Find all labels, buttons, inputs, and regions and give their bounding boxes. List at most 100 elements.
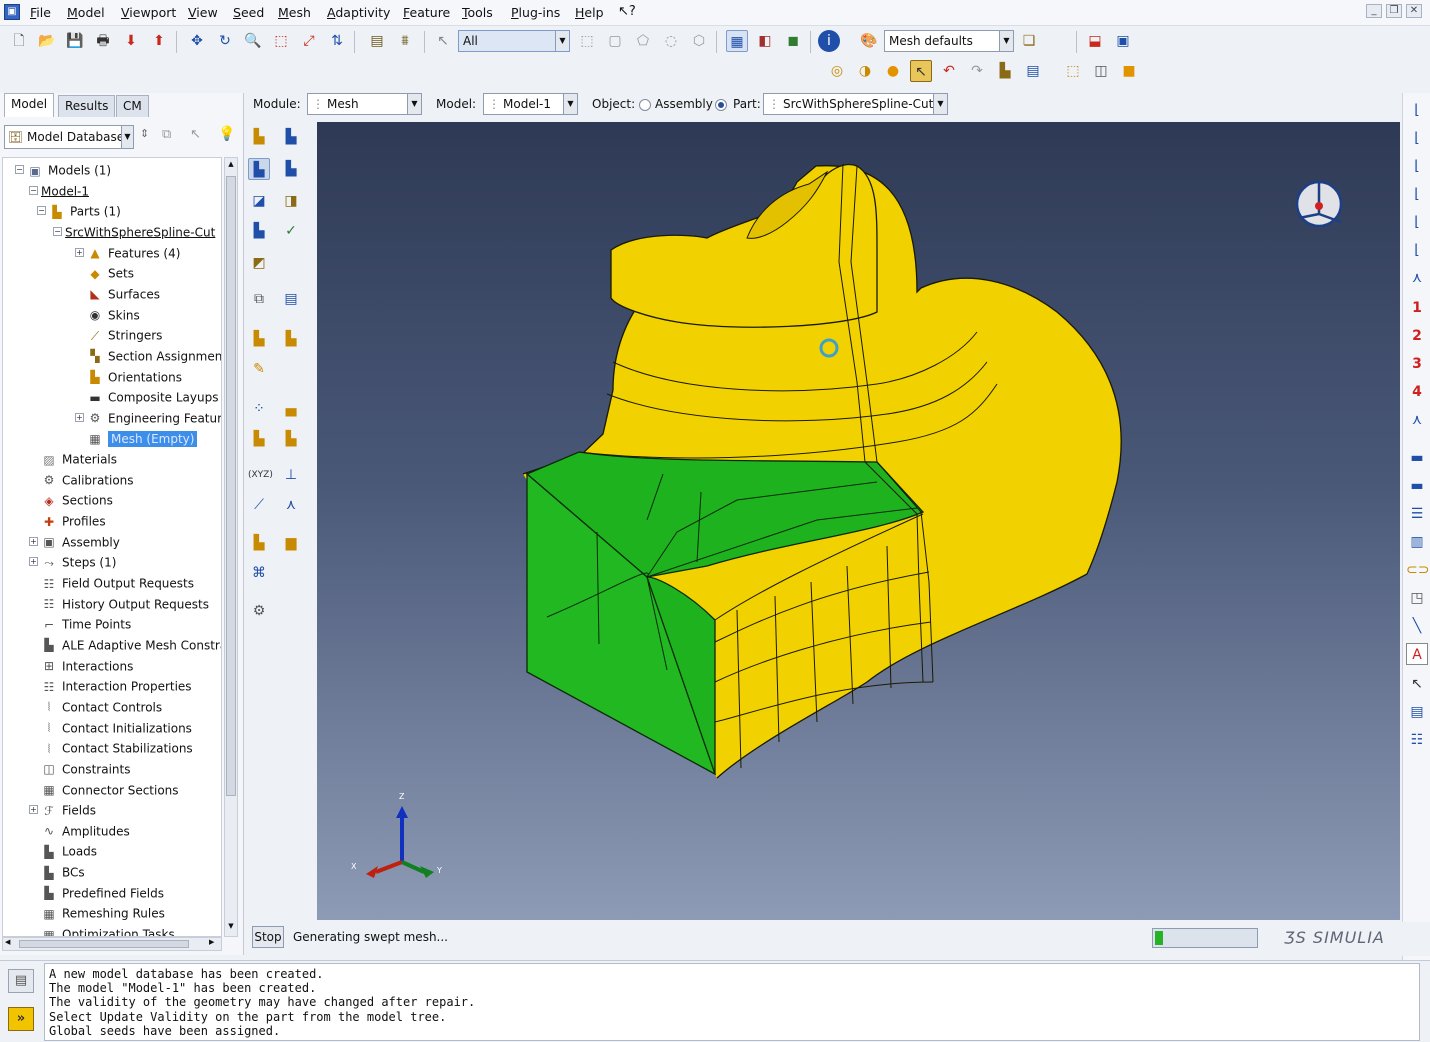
sphere-pair-icon[interactable]: ◎	[826, 60, 848, 82]
render-wireframe-icon[interactable]: ▦	[726, 30, 748, 52]
restore-icon[interactable]: ❐	[1386, 4, 1402, 18]
hscroll-thumb[interactable]	[19, 940, 189, 948]
copy-icon[interactable]: ⧉	[162, 127, 171, 142]
assign-element-type-icon[interactable]: ◨	[280, 190, 302, 212]
zoom-icon[interactable]: 🔍	[242, 30, 264, 52]
menu-view[interactable]: View	[188, 5, 218, 20]
stop-button[interactable]: Stop	[252, 926, 284, 948]
viewport-link-icon[interactable]: ⊂⊃	[1406, 559, 1429, 581]
viewport-single-icon[interactable]: ▬	[1406, 447, 1428, 469]
minimize-icon[interactable]: _	[1366, 4, 1382, 18]
create-node-icon[interactable]: ⁘	[248, 398, 270, 420]
tree-item[interactable]: ◆ Sets	[87, 263, 134, 283]
seed-part-icon[interactable]: ▙	[248, 126, 270, 148]
info-icon[interactable]: i	[818, 30, 840, 52]
view-right-icon[interactable]: ⌊	[1406, 239, 1428, 261]
associate-geometry-icon[interactable]: ▙	[280, 328, 302, 350]
seed-edge-icon[interactable]: ▙	[280, 126, 302, 148]
assign-mesh-controls-icon[interactable]: ◪	[248, 190, 270, 212]
menu-mesh[interactable]: Mesh	[278, 5, 311, 20]
datum-plane-icon[interactable]: ⟋	[248, 494, 270, 516]
pan-icon[interactable]: ✥	[186, 30, 208, 52]
new-file-icon[interactable]: 🗋	[8, 30, 30, 52]
scroll-up-icon[interactable]: ▲	[226, 160, 236, 170]
model-database-combo[interactable]: 🗄 Model Database ▼	[4, 125, 134, 149]
menu-help[interactable]: Help	[575, 5, 604, 20]
scroll-left-icon[interactable]: ◀	[5, 938, 10, 946]
select-pointer-icon[interactable]: ↖	[910, 60, 932, 82]
filter-icon[interactable]: ↖	[190, 127, 201, 142]
arrow-line-icon[interactable]: ╲	[1406, 615, 1428, 637]
palette-icon[interactable]: 🎨	[858, 30, 880, 52]
menu-viewport[interactable]: Viewport	[121, 5, 176, 20]
part-radio[interactable]	[715, 99, 727, 111]
tree-item[interactable]: ⊞ Interactions	[41, 656, 133, 676]
redo-view-icon[interactable]: ↷	[966, 60, 988, 82]
tree-item[interactable]: ▙ Loads	[41, 841, 97, 861]
collapse-icon[interactable]: −	[15, 165, 24, 174]
solid-view-icon[interactable]: ■	[1118, 60, 1140, 82]
model-combo[interactable]: ⋮ Model-1 ▼	[483, 93, 578, 115]
print-icon[interactable]: 🖶	[92, 30, 114, 52]
tree-item[interactable]: ▦ Remeshing Rules	[41, 903, 165, 923]
tree-item[interactable]: ▬ Composite Layups	[87, 387, 218, 407]
viewport-canvas[interactable]: Z X Y	[317, 122, 1400, 920]
hide-icon[interactable]: ▙	[994, 60, 1016, 82]
tab-model[interactable]: Model	[4, 93, 55, 117]
collapse-icon[interactable]: −	[29, 185, 38, 195]
menu-tools[interactable]: Tools	[462, 5, 493, 20]
tree-item[interactable]: ▙ Orientations	[87, 367, 182, 387]
close-icon[interactable]: ✕	[1406, 4, 1422, 18]
tree-item[interactable]: ⦚ Contact Stabilizations	[41, 738, 193, 758]
render-hidden-icon[interactable]: ◧	[754, 30, 776, 52]
tree-item[interactable]: − Model-1	[29, 181, 89, 201]
views-icon[interactable]: ⬓	[1084, 30, 1106, 52]
tree-item[interactable]: ⟋ Stringers	[87, 325, 163, 345]
tree-item[interactable]: + ▣ Assembly	[29, 532, 120, 552]
sort-updown-icon[interactable]: ⇕	[140, 127, 149, 140]
menu-model[interactable]: Model	[67, 5, 105, 20]
tab-results[interactable]: Results	[58, 95, 116, 117]
menu-adaptivity[interactable]: Adaptivity	[327, 5, 390, 20]
tree-item[interactable]: ◫ Constraints	[41, 759, 130, 779]
view-back-icon[interactable]: ⌊	[1406, 127, 1428, 149]
mesh-part-icon[interactable]: ▙	[248, 158, 270, 180]
view-user-2[interactable]: 2	[1406, 325, 1428, 347]
box-view-icon[interactable]: ◫	[1090, 60, 1112, 82]
virtual-topology-icon[interactable]: ⧉	[248, 288, 270, 310]
tree-item[interactable]: ▦ Optimization Tasks	[41, 924, 174, 936]
export-icon[interactable]: ⬆	[148, 30, 170, 52]
select-arrow-icon[interactable]: ↖	[432, 30, 454, 52]
measure-icon[interactable]: ⩩	[394, 30, 416, 52]
open-folder-icon[interactable]: 📂	[36, 30, 58, 52]
expand-icon[interactable]: +	[75, 412, 84, 422]
tree-item[interactable]: ▦ Mesh (Empty)	[87, 428, 198, 448]
query-icon[interactable]: ▤	[366, 30, 388, 52]
expand-icon[interactable]: +	[29, 557, 38, 567]
cycle-views-icon[interactable]: ⇅	[326, 30, 348, 52]
edit-mesh-icon[interactable]: ▤	[280, 288, 302, 310]
scroll-down-icon[interactable]: ▼	[226, 922, 236, 932]
datum-csys-icon[interactable]: ⊥	[280, 464, 302, 486]
view-front-icon[interactable]: ⌊	[1406, 99, 1428, 121]
assembly-radio[interactable]	[639, 99, 651, 111]
menu-feature[interactable]: Feature	[403, 5, 450, 20]
import-icon[interactable]: ⬇	[120, 30, 142, 52]
view-user-4[interactable]: 4	[1406, 381, 1428, 403]
save-icon[interactable]: 💾	[64, 30, 86, 52]
select-region-icon[interactable]: ⬡	[688, 30, 710, 52]
partition-face-icon[interactable]: ▙	[248, 532, 270, 554]
tree-item[interactable]: + ▲ Features (4)	[75, 243, 180, 263]
render-shaded-icon[interactable]: ◼	[782, 30, 804, 52]
selection-filter-combo[interactable]: All ▼	[458, 30, 570, 52]
view-bottom-icon[interactable]: ⌊	[1406, 183, 1428, 205]
module-combo[interactable]: ⋮ Mesh ▼	[307, 93, 422, 115]
sphere-icon[interactable]: ●	[882, 60, 904, 82]
tree-item[interactable]: − SrcWithSphereSpline-Cut	[53, 222, 215, 242]
tree-item[interactable]: + ⚙ Engineering Features	[75, 408, 221, 428]
tree-item[interactable]: ☷ History Output Requests	[41, 594, 209, 614]
partition-cell-icon[interactable]: ◩	[248, 252, 270, 274]
tree-item[interactable]: ⌐ Time Points	[41, 614, 131, 634]
viewport-layout-icon[interactable]: ▣	[1112, 30, 1134, 52]
color-code-icon[interactable]: ❏	[1018, 30, 1040, 52]
